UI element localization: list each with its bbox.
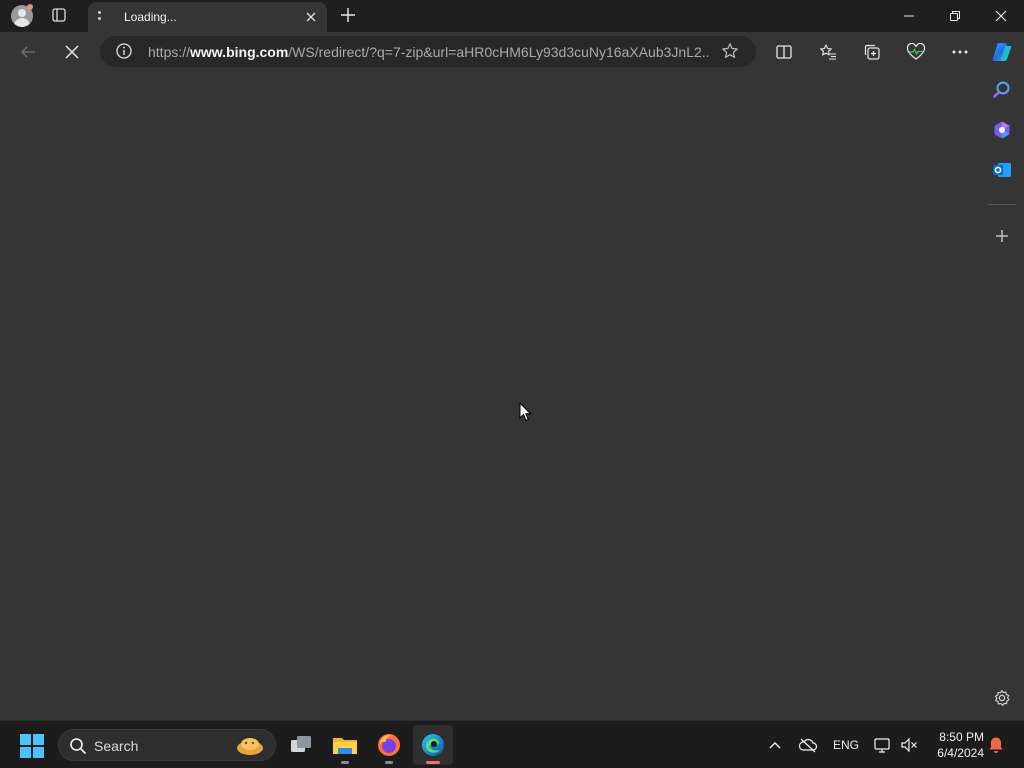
tab-close-icon[interactable]	[304, 10, 318, 24]
restore-icon	[950, 11, 960, 21]
running-indicator	[385, 761, 393, 764]
mouse-cursor-icon	[519, 402, 532, 422]
browser-essentials-button[interactable]	[902, 38, 930, 66]
start-button[interactable]	[20, 734, 44, 758]
close-icon	[995, 10, 1007, 22]
system-clock[interactable]: 8:50 PM 6/4/2024	[924, 729, 984, 761]
network-icon	[874, 738, 890, 753]
task-view-icon	[291, 736, 311, 752]
favorites-list-icon	[820, 44, 836, 60]
edge-icon	[422, 734, 444, 756]
stop-loading-button[interactable]	[58, 38, 86, 66]
sidebar-copilot-designer-button[interactable]	[990, 118, 1014, 142]
active-tab[interactable]: Loading...	[88, 2, 327, 32]
browser-toolbar: https://www.bing.com/WS/redirect/?q=7-zi…	[0, 32, 1024, 72]
firefox-icon	[378, 734, 400, 756]
clock-date: 6/4/2024	[937, 746, 984, 760]
clock-time: 8:50 PM	[939, 730, 984, 744]
plus-icon	[996, 230, 1008, 242]
copilot-icon	[992, 43, 1012, 61]
collections-button[interactable]	[858, 38, 886, 66]
show-hidden-icons-button[interactable]	[765, 733, 785, 757]
language-indicator: ENG	[832, 738, 859, 752]
running-indicator	[341, 761, 349, 764]
more-dots-icon	[952, 50, 968, 54]
file-explorer-icon	[333, 738, 357, 754]
back-button[interactable]	[14, 38, 42, 66]
edge-sidebar	[980, 72, 1024, 720]
close-window-button[interactable]	[978, 0, 1024, 32]
profile-notification-dot	[27, 4, 33, 10]
search-icon	[70, 738, 86, 754]
search-icon	[993, 81, 1010, 98]
task-view-button[interactable]	[281, 725, 321, 765]
sidebar-settings-button[interactable]	[990, 686, 1014, 710]
split-screen-icon	[776, 45, 792, 59]
collections-icon	[864, 44, 880, 60]
sidebar-add-button[interactable]	[990, 224, 1014, 248]
favorites-button[interactable]	[814, 38, 842, 66]
windows-taskbar: Search ENG 8:50 PM 6/4/2024	[0, 720, 1024, 768]
site-info-icon[interactable]	[116, 43, 132, 59]
search-highlight-icon	[237, 738, 263, 755]
restore-button[interactable]	[932, 0, 978, 32]
taskbar-search-box[interactable]: Search	[58, 729, 276, 761]
split-screen-button[interactable]	[770, 38, 798, 66]
network-tray-button[interactable]	[873, 733, 893, 757]
sidebar-search-button[interactable]	[990, 78, 1014, 102]
copilot-button[interactable]	[988, 38, 1016, 66]
speaker-muted-icon	[901, 737, 917, 753]
url-text[interactable]: https://www.bing.com/WS/redirect/?q=7-zi…	[148, 44, 710, 60]
address-bar[interactable]: https://www.bing.com/WS/redirect/?q=7-zi…	[100, 36, 756, 67]
minimize-button[interactable]	[886, 0, 932, 32]
url-prefix: https://	[148, 44, 191, 60]
onedrive-tray-button[interactable]	[797, 733, 819, 757]
designer-icon	[994, 121, 1010, 139]
loading-spinner-icon	[98, 11, 101, 23]
taskbar-firefox[interactable]	[369, 725, 409, 765]
heart-pulse-icon	[906, 43, 926, 60]
tab-title: Loading...	[124, 10, 177, 24]
tab-actions-icon[interactable]	[52, 8, 66, 22]
chevron-up-icon	[769, 742, 781, 749]
back-arrow-icon	[20, 46, 35, 58]
add-favorite-star-icon[interactable]	[721, 42, 739, 60]
taskbar-file-explorer[interactable]	[325, 725, 365, 765]
search-label: Search	[94, 738, 139, 754]
sidebar-outlook-button[interactable]	[990, 158, 1014, 182]
browser-title-bar: Loading...	[0, 0, 1024, 32]
volume-tray-button[interactable]	[899, 733, 919, 757]
input-language-button[interactable]: ENG	[828, 733, 864, 757]
notifications-button[interactable]	[986, 733, 1006, 757]
gear-icon	[994, 689, 1010, 706]
active-indicator	[426, 761, 440, 764]
new-tab-button[interactable]	[340, 7, 356, 23]
outlook-icon	[993, 163, 1011, 177]
url-path: /WS/redirect/?q=7-zip&url=aHR0cHM6Ly93d3…	[288, 44, 710, 60]
stop-x-icon	[65, 45, 79, 59]
settings-and-more-button[interactable]	[946, 38, 974, 66]
web-page-content[interactable]	[0, 72, 980, 720]
minimize-icon	[904, 15, 914, 17]
bell-icon	[989, 737, 1003, 753]
cloud-offline-icon	[798, 738, 818, 753]
sidebar-divider	[988, 204, 1016, 205]
taskbar-edge[interactable]	[413, 725, 453, 765]
url-host: www.bing.com	[190, 44, 289, 60]
